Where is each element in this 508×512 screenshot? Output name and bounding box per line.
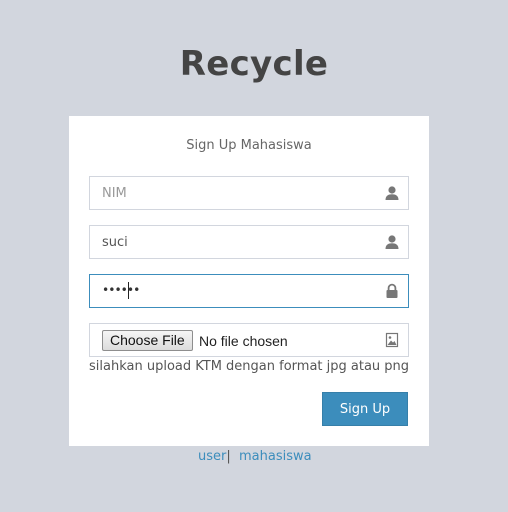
- text-caret: [128, 282, 129, 299]
- password-field[interactable]: ••••••: [89, 274, 409, 308]
- form-heading: Sign Up Mahasiswa: [186, 138, 312, 153]
- app-logo-title: Recycle: [179, 44, 329, 84]
- footer-links: user| mahasiswa: [198, 449, 312, 464]
- nim-input[interactable]: [90, 177, 382, 209]
- user-icon: [385, 235, 399, 249]
- link-separator: |: [226, 449, 231, 464]
- name-input[interactable]: [90, 226, 382, 258]
- choose-file-button[interactable]: Choose File: [102, 330, 193, 351]
- password-input[interactable]: ••••••: [102, 283, 140, 297]
- signup-box: Sign Up Mahasiswa •••••• Choose File No …: [69, 116, 429, 446]
- file-field: Choose File No file chosen: [89, 323, 409, 357]
- sign-up-button[interactable]: Sign Up: [322, 392, 408, 426]
- user-icon: [385, 186, 399, 200]
- image-icon: [385, 332, 399, 348]
- user-link[interactable]: user: [198, 449, 226, 464]
- name-field[interactable]: [89, 225, 409, 259]
- file-upload-hint: silahkan upload KTM dengan format jpg at…: [89, 359, 410, 374]
- mahasiswa-link[interactable]: mahasiswa: [239, 449, 312, 464]
- lock-icon: [386, 283, 398, 298]
- nim-field[interactable]: [89, 176, 409, 210]
- file-status-text: No file chosen: [199, 333, 288, 349]
